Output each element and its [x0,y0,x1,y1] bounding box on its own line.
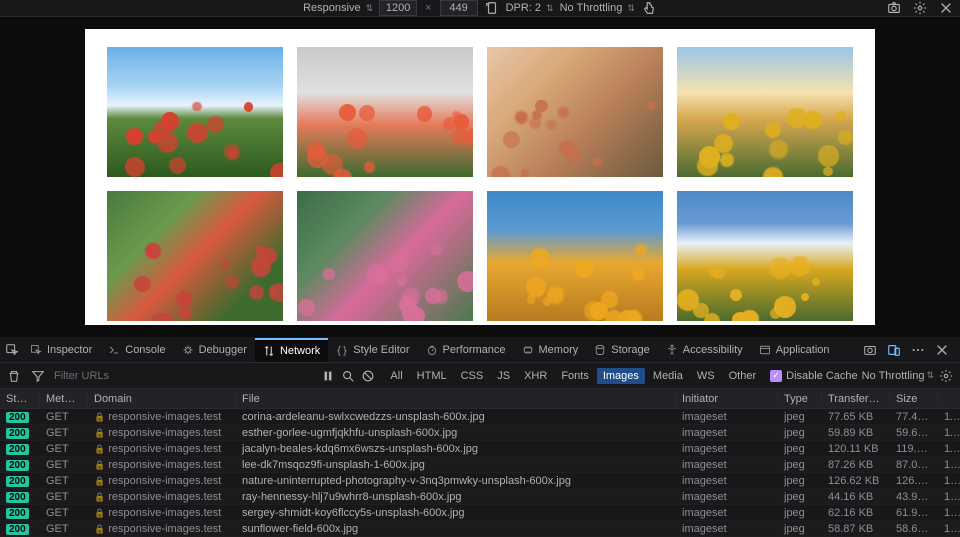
column-header[interactable]: Type [778,393,822,405]
network-request-row[interactable]: 200GETresponsive-images.testjacalyn-beal… [0,441,960,457]
close-icon[interactable] [938,0,954,16]
network-toolbar: AllHTMLCSSJSXHRFontsImagesMediaWSOther D… [0,363,960,389]
filter-other[interactable]: Other [723,368,763,384]
tab-storage[interactable]: Storage [586,338,658,362]
status-badge: 200 [6,412,29,423]
dimension-separator: × [423,2,433,14]
preview-image [487,191,663,321]
status-badge: 200 [6,428,29,439]
device-selector[interactable]: Responsive [303,2,373,14]
screenshot-icon[interactable] [886,0,902,16]
network-request-row[interactable]: 200GETresponsive-images.testsergey-shmid… [0,505,960,521]
column-header[interactable]: Method [40,393,88,405]
column-header[interactable]: Size [890,393,938,405]
screenshot-node-icon[interactable] [862,342,878,358]
rotate-icon[interactable] [484,0,500,16]
tab-performance[interactable]: Performance [418,338,514,362]
filter-urls-input[interactable] [54,370,234,382]
tab-style-editor[interactable]: Style Editor [328,338,417,362]
filter-fonts[interactable]: Fonts [555,368,595,384]
tab-network[interactable]: Network [255,338,328,362]
network-settings-icon[interactable] [938,368,954,384]
pick-element-icon[interactable] [4,342,20,358]
disable-cache-checkbox[interactable]: Disable Cache [770,370,858,382]
filter-html[interactable]: HTML [411,368,453,384]
settings-icon[interactable] [912,0,928,16]
tab-inspector[interactable]: Inspector [22,338,100,362]
preview-image [677,191,853,321]
filter-icon[interactable] [30,368,46,384]
clear-icon[interactable] [6,368,22,384]
filter-js[interactable]: JS [491,368,516,384]
tab-memory[interactable]: Memory [514,338,587,362]
preview-image [487,47,663,177]
column-header[interactable]: File [236,393,676,405]
dpr-selector[interactable]: DPR: 2 [506,2,554,14]
viewport-height-input[interactable] [440,0,478,16]
network-table-header: StatusMethodDomainFileInitiatorTypeTrans… [0,389,960,409]
touch-simulation-icon[interactable] [641,0,657,16]
tab-console[interactable]: Console [100,338,173,362]
filter-xhr[interactable]: XHR [518,368,553,384]
tab-application[interactable]: Application [751,338,838,362]
page-canvas [85,29,875,325]
status-badge: 200 [6,460,29,471]
network-request-row[interactable]: 200GETresponsive-images.testesther-gorle… [0,425,960,441]
responsive-mode-icon[interactable] [886,342,902,358]
preview-image [677,47,853,177]
network-request-row[interactable]: 200GETresponsive-images.testcorina-ardel… [0,409,960,425]
preview-image [297,47,473,177]
status-badge: 200 [6,492,29,503]
network-request-row[interactable]: 200GETresponsive-images.testnature-unint… [0,473,960,489]
filter-media[interactable]: Media [647,368,689,384]
throttling-selector[interactable]: No Throttling [560,2,635,14]
column-header[interactable]: Domain [88,393,236,405]
filter-all[interactable]: All [384,368,408,384]
network-throttling-selector[interactable]: No Throttling [862,370,934,382]
search-icon[interactable] [340,368,356,384]
preview-image [107,191,283,321]
column-header[interactable]: Status [0,393,40,405]
network-request-row[interactable]: 200GETresponsive-images.testsunflower-fi… [0,521,960,537]
close-devtools-icon[interactable] [934,342,950,358]
preview-image [297,191,473,321]
status-badge: 200 [6,476,29,487]
network-request-row[interactable]: 200GETresponsive-images.testlee-dk7msqoz… [0,457,960,473]
status-badge: 200 [6,508,29,519]
tab-debugger[interactable]: Debugger [174,338,255,362]
pause-icon[interactable] [320,368,336,384]
devtools-tabs: InspectorConsoleDebuggerNetworkStyle Edi… [0,337,960,363]
status-badge: 200 [6,444,29,455]
column-header[interactable]: Transferred [822,393,890,405]
column-header[interactable]: Initiator [676,393,778,405]
viewport-width-input[interactable] [379,0,417,16]
responsive-design-toolbar: Responsive × DPR: 2 No Throttling [0,0,960,17]
status-badge: 200 [6,524,29,535]
filter-css[interactable]: CSS [455,368,490,384]
preview-image [107,47,283,177]
tab-accessibility[interactable]: Accessibility [658,338,751,362]
devtools-panel: InspectorConsoleDebuggerNetworkStyle Edi… [0,337,960,537]
filter-ws[interactable]: WS [691,368,721,384]
kebab-menu-icon[interactable] [910,342,926,358]
network-request-row[interactable]: 200GETresponsive-images.testray-hennessy… [0,489,960,505]
block-icon[interactable] [360,368,376,384]
viewport-preview [0,17,960,337]
filter-images[interactable]: Images [597,368,645,384]
network-table: StatusMethodDomainFileInitiatorTypeTrans… [0,389,960,537]
